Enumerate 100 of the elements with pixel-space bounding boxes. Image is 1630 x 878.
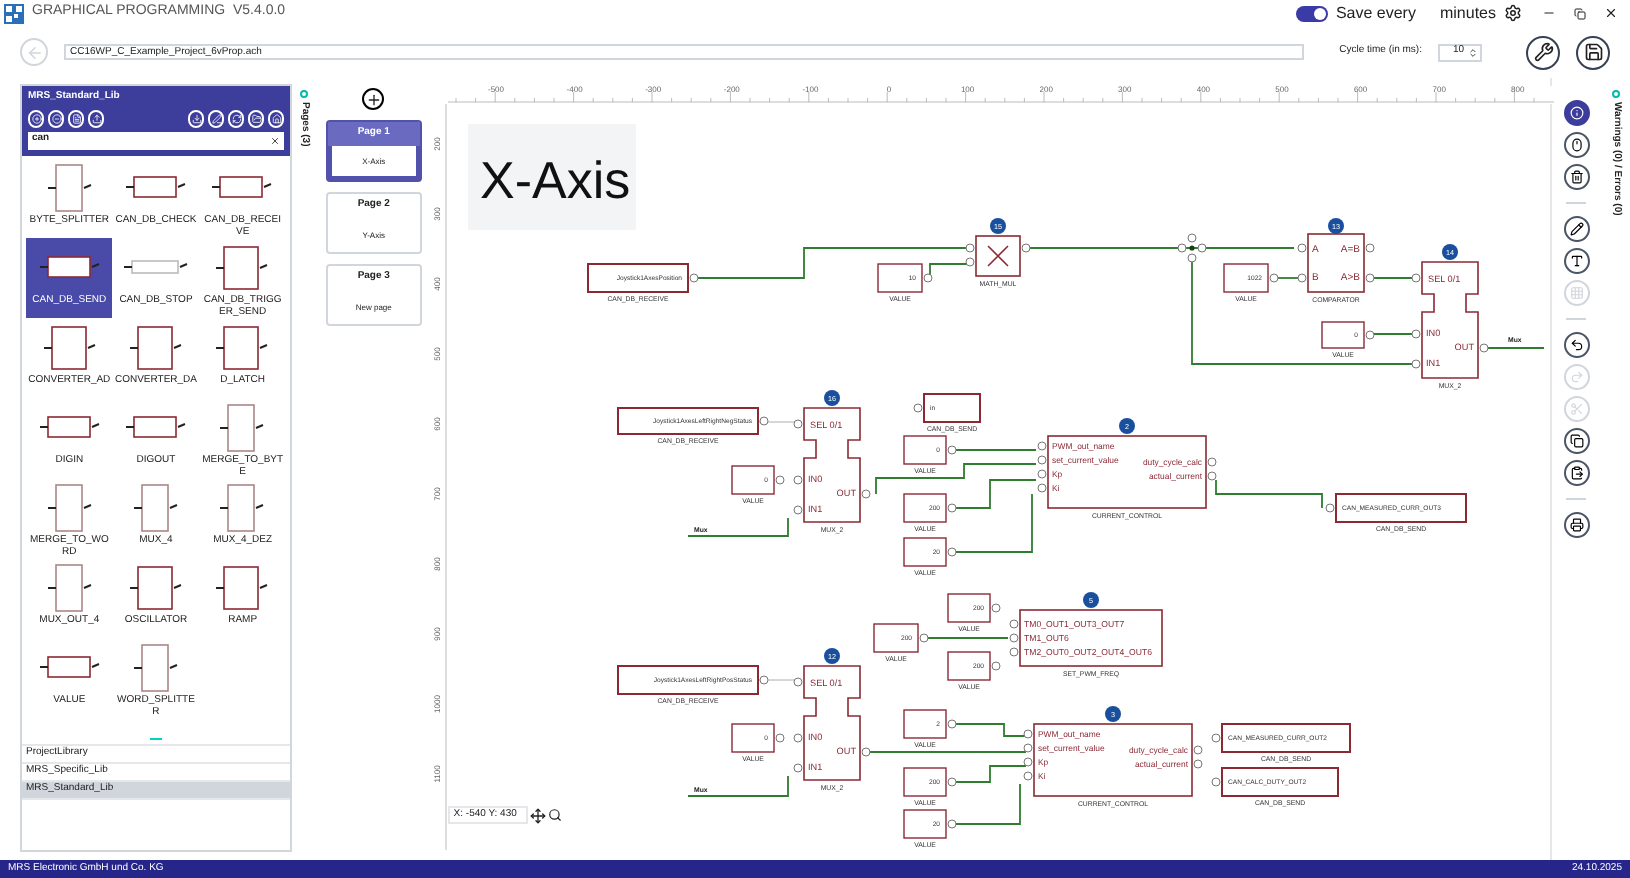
connector-pin[interactable] [1479, 343, 1489, 353]
connector-pin[interactable] [1023, 729, 1033, 739]
mux-block[interactable] [802, 665, 861, 781]
toolbar-button[interactable] [1563, 132, 1590, 158]
connector-pin[interactable] [1023, 757, 1033, 767]
spinner-icon[interactable] [1468, 47, 1478, 57]
connector-pin[interactable] [965, 243, 975, 253]
receive-block[interactable] [586, 263, 689, 293]
connector-pin[interactable] [1193, 759, 1203, 769]
send-block[interactable] [1220, 767, 1339, 797]
connector-pin[interactable] [793, 677, 803, 687]
value-block[interactable] [902, 493, 947, 523]
comparator-block[interactable] [1306, 233, 1365, 293]
connector-pin[interactable] [919, 633, 929, 643]
connector-pin[interactable] [689, 273, 699, 283]
connector-pin[interactable] [1037, 469, 1047, 479]
connector-pin[interactable] [1187, 233, 1197, 243]
connector-pin[interactable] [1037, 455, 1047, 465]
connector-pin[interactable] [1297, 273, 1307, 283]
connector-pin[interactable] [1411, 329, 1421, 339]
connector-pin[interactable] [1207, 471, 1217, 481]
value-block[interactable] [902, 537, 947, 567]
value-block[interactable] [730, 465, 775, 495]
connector-pin[interactable] [759, 675, 769, 685]
connector-pin[interactable] [1193, 745, 1203, 755]
value-block[interactable] [1320, 321, 1365, 349]
send-block[interactable] [1220, 723, 1351, 753]
connector-pin[interactable] [1365, 273, 1375, 283]
connector-pin[interactable] [1269, 273, 1279, 283]
send-block[interactable] [922, 393, 981, 423]
value-block[interactable] [902, 767, 947, 797]
minimize-icon[interactable] [1542, 6, 1556, 20]
mux-block[interactable] [802, 407, 861, 523]
connector-pin[interactable] [947, 819, 957, 829]
multiply-block[interactable] [974, 235, 1021, 277]
connector-pin[interactable] [991, 661, 1001, 671]
mux-block[interactable] [1420, 261, 1479, 379]
connector-pin[interactable] [1023, 771, 1033, 781]
connector-pin[interactable] [1023, 743, 1033, 753]
library-tool-button[interactable] [88, 109, 104, 127]
autosave-toggle[interactable] [1295, 5, 1328, 21]
pan-icon[interactable] [529, 807, 546, 823]
connector-pin[interactable] [759, 416, 769, 426]
connector-pin[interactable] [1365, 243, 1375, 253]
connector-pin[interactable] [775, 475, 785, 485]
connector-pin[interactable] [923, 273, 933, 283]
connector-pin[interactable] [1177, 243, 1187, 253]
connector-pin[interactable] [793, 419, 803, 429]
toolbar-button[interactable] [1563, 216, 1590, 242]
save-button[interactable] [1576, 35, 1610, 69]
connector-pin[interactable] [1207, 457, 1217, 467]
value-block[interactable] [730, 723, 775, 753]
connector-pin[interactable] [1197, 243, 1207, 253]
value-block[interactable] [902, 709, 947, 739]
value-block[interactable] [1222, 263, 1269, 293]
toolbar-button[interactable] [1563, 512, 1590, 538]
control-block[interactable] [1032, 723, 1193, 797]
connector-pin[interactable] [793, 733, 803, 743]
send-block[interactable] [1334, 493, 1467, 523]
connector-pin[interactable] [947, 445, 957, 455]
connector-pin[interactable] [1411, 359, 1421, 369]
value-block[interactable] [872, 623, 919, 653]
connector-pin[interactable] [1037, 441, 1047, 451]
connector-pin[interactable] [1009, 647, 1019, 657]
library-tool-button[interactable] [248, 109, 264, 127]
value-block[interactable] [902, 809, 947, 839]
pwm-block[interactable] [1018, 609, 1163, 667]
connector-pin[interactable] [1037, 483, 1047, 493]
library-tool-button[interactable] [48, 109, 64, 127]
receive-block[interactable] [616, 665, 759, 695]
connector-pin[interactable] [1211, 777, 1221, 787]
library-tool-button[interactable] [228, 109, 244, 127]
library-tool-button[interactable] [28, 109, 44, 127]
library-tool-button[interactable] [68, 109, 84, 127]
connector-pin[interactable] [1211, 733, 1221, 743]
value-block[interactable] [876, 263, 923, 293]
connector-pin[interactable] [947, 547, 957, 557]
value-block[interactable] [902, 435, 947, 465]
connector-pin[interactable] [793, 475, 803, 485]
connector-pin[interactable] [1365, 330, 1375, 340]
connector-pin[interactable] [1021, 243, 1031, 253]
settings-icon[interactable] [1504, 4, 1522, 22]
toolbar-button[interactable] [1563, 332, 1590, 358]
receive-block[interactable] [616, 407, 759, 435]
library-tool-button[interactable] [188, 109, 204, 127]
connector-pin[interactable] [1325, 503, 1335, 513]
control-block[interactable] [1046, 435, 1207, 509]
connector-pin[interactable] [775, 733, 785, 743]
library-tool-button[interactable] [208, 109, 224, 127]
toolbar-button[interactable] [1563, 428, 1590, 454]
restore-icon[interactable] [1574, 7, 1586, 19]
close-icon[interactable] [1604, 6, 1618, 20]
connector-pin[interactable] [947, 503, 957, 513]
connector-pin[interactable] [1411, 273, 1421, 283]
connector-pin[interactable] [1009, 633, 1019, 643]
connector-pin[interactable] [1297, 243, 1307, 253]
connector-pin[interactable] [947, 719, 957, 729]
connector-pin[interactable] [965, 257, 975, 267]
connector-pin[interactable] [793, 763, 803, 773]
toolbar-button[interactable] [1563, 100, 1590, 126]
